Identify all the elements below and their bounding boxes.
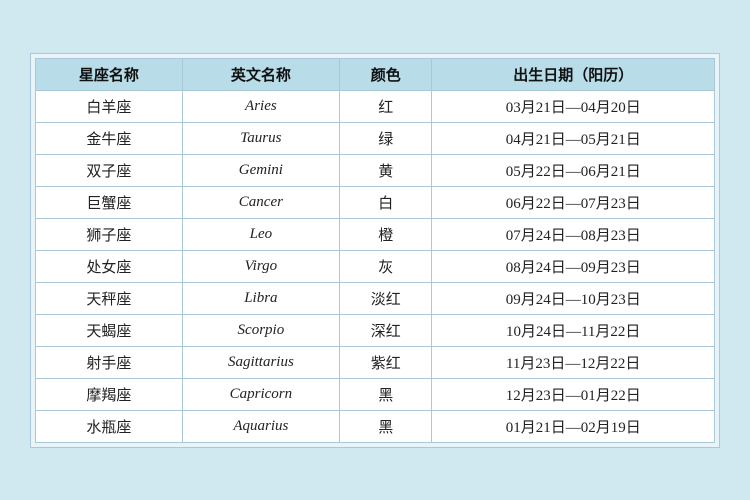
cell-english-name: Leo bbox=[182, 218, 339, 250]
cell-color: 绿 bbox=[340, 122, 432, 154]
cell-dates: 08月24日—09月23日 bbox=[432, 250, 715, 282]
table-row: 处女座Virgo灰08月24日—09月23日 bbox=[36, 250, 715, 282]
cell-chinese-name: 白羊座 bbox=[36, 90, 183, 122]
cell-english-name: Sagittarius bbox=[182, 346, 339, 378]
cell-english-name: Aquarius bbox=[182, 410, 339, 442]
table-row: 射手座Sagittarius紫红11月23日—12月22日 bbox=[36, 346, 715, 378]
cell-color: 红 bbox=[340, 90, 432, 122]
table-row: 巨蟹座Cancer白06月22日—07月23日 bbox=[36, 186, 715, 218]
table-row: 摩羯座Capricorn黑12月23日—01月22日 bbox=[36, 378, 715, 410]
cell-color: 黄 bbox=[340, 154, 432, 186]
cell-color: 橙 bbox=[340, 218, 432, 250]
zodiac-table-container: 星座名称 英文名称 颜色 出生日期（阳历） 白羊座Aries红03月21日—04… bbox=[30, 53, 720, 448]
table-row: 双子座Gemini黄05月22日—06月21日 bbox=[36, 154, 715, 186]
cell-chinese-name: 天秤座 bbox=[36, 282, 183, 314]
cell-chinese-name: 水瓶座 bbox=[36, 410, 183, 442]
header-english-name: 英文名称 bbox=[182, 58, 339, 90]
cell-dates: 11月23日—12月22日 bbox=[432, 346, 715, 378]
cell-english-name: Scorpio bbox=[182, 314, 339, 346]
cell-english-name: Cancer bbox=[182, 186, 339, 218]
cell-dates: 09月24日—10月23日 bbox=[432, 282, 715, 314]
header-chinese-name: 星座名称 bbox=[36, 58, 183, 90]
zodiac-table: 星座名称 英文名称 颜色 出生日期（阳历） 白羊座Aries红03月21日—04… bbox=[35, 58, 715, 443]
header-dates: 出生日期（阳历） bbox=[432, 58, 715, 90]
cell-dates: 01月21日—02月19日 bbox=[432, 410, 715, 442]
cell-color: 黑 bbox=[340, 378, 432, 410]
cell-color: 白 bbox=[340, 186, 432, 218]
table-row: 金牛座Taurus绿04月21日—05月21日 bbox=[36, 122, 715, 154]
cell-chinese-name: 处女座 bbox=[36, 250, 183, 282]
table-body: 白羊座Aries红03月21日—04月20日金牛座Taurus绿04月21日—0… bbox=[36, 90, 715, 442]
table-row: 白羊座Aries红03月21日—04月20日 bbox=[36, 90, 715, 122]
cell-english-name: Virgo bbox=[182, 250, 339, 282]
cell-chinese-name: 射手座 bbox=[36, 346, 183, 378]
cell-color: 黑 bbox=[340, 410, 432, 442]
cell-english-name: Gemini bbox=[182, 154, 339, 186]
cell-chinese-name: 巨蟹座 bbox=[36, 186, 183, 218]
cell-chinese-name: 双子座 bbox=[36, 154, 183, 186]
cell-dates: 06月22日—07月23日 bbox=[432, 186, 715, 218]
cell-dates: 10月24日—11月22日 bbox=[432, 314, 715, 346]
cell-dates: 05月22日—06月21日 bbox=[432, 154, 715, 186]
cell-chinese-name: 摩羯座 bbox=[36, 378, 183, 410]
table-row: 天蝎座Scorpio深红10月24日—11月22日 bbox=[36, 314, 715, 346]
header-color: 颜色 bbox=[340, 58, 432, 90]
cell-english-name: Capricorn bbox=[182, 378, 339, 410]
cell-dates: 12月23日—01月22日 bbox=[432, 378, 715, 410]
cell-dates: 03月21日—04月20日 bbox=[432, 90, 715, 122]
cell-english-name: Libra bbox=[182, 282, 339, 314]
cell-chinese-name: 狮子座 bbox=[36, 218, 183, 250]
table-row: 狮子座Leo橙07月24日—08月23日 bbox=[36, 218, 715, 250]
cell-color: 紫红 bbox=[340, 346, 432, 378]
cell-english-name: Aries bbox=[182, 90, 339, 122]
cell-english-name: Taurus bbox=[182, 122, 339, 154]
cell-color: 深红 bbox=[340, 314, 432, 346]
cell-color: 淡红 bbox=[340, 282, 432, 314]
cell-dates: 04月21日—05月21日 bbox=[432, 122, 715, 154]
cell-dates: 07月24日—08月23日 bbox=[432, 218, 715, 250]
cell-chinese-name: 天蝎座 bbox=[36, 314, 183, 346]
table-row: 水瓶座Aquarius黑01月21日—02月19日 bbox=[36, 410, 715, 442]
table-row: 天秤座Libra淡红09月24日—10月23日 bbox=[36, 282, 715, 314]
table-header-row: 星座名称 英文名称 颜色 出生日期（阳历） bbox=[36, 58, 715, 90]
cell-chinese-name: 金牛座 bbox=[36, 122, 183, 154]
cell-color: 灰 bbox=[340, 250, 432, 282]
